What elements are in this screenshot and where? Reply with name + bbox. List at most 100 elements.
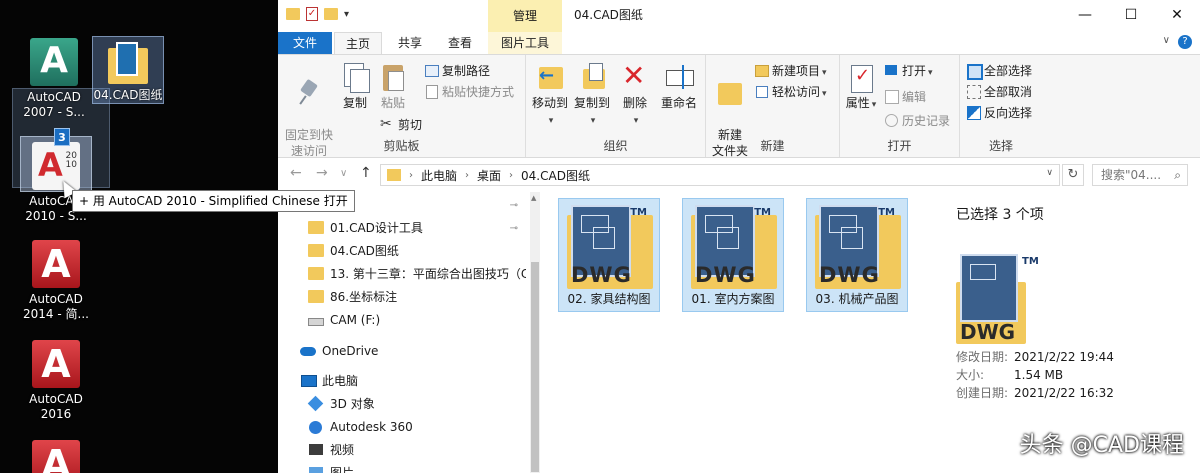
tab-file[interactable]: 文件 bbox=[278, 32, 332, 54]
folder-icon bbox=[387, 169, 401, 181]
minimize-button[interactable]: — bbox=[1062, 0, 1108, 30]
scrollbar-thumb[interactable] bbox=[531, 262, 539, 472]
address-bar[interactable]: › 此电脑 › 桌面 › 04.CAD图纸 ∨ bbox=[380, 164, 1060, 186]
select-none-button[interactable]: 全部取消 bbox=[966, 82, 1032, 102]
autocad-icon bbox=[32, 440, 80, 473]
group-label: 剪贴板 bbox=[383, 139, 420, 153]
navigation-pane: 图片 ⊸ 01.CAD设计工具 ⊸ 04.CAD图纸 13. 第十三章：平面综合… bbox=[278, 192, 540, 473]
nav-item-pictures-2[interactable]: 图片 bbox=[278, 462, 526, 473]
copy-to-icon bbox=[577, 61, 607, 93]
desktop-icon-label: 04.CAD图纸 bbox=[93, 88, 163, 102]
nav-scrollbar[interactable]: ▲ bbox=[530, 192, 540, 473]
new-item-button[interactable]: 新建项目 ▾ bbox=[754, 61, 827, 81]
new-folder-icon bbox=[715, 77, 745, 109]
desktop-icon-cad-folder[interactable]: 04.CAD图纸 bbox=[88, 42, 168, 103]
dwg-file-icon: TM DWG bbox=[567, 205, 653, 291]
nav-item-cad-drawings[interactable]: 04.CAD图纸 bbox=[278, 240, 526, 263]
paste-shortcut-button[interactable]: 粘贴快捷方式 bbox=[424, 82, 514, 102]
autocad-2014-icon bbox=[32, 240, 80, 288]
properties-icon bbox=[846, 61, 876, 93]
forward-button[interactable]: → bbox=[316, 165, 328, 181]
nav-item-chapter-13[interactable]: 13. 第十三章：平面综合出图技巧（CA bbox=[278, 263, 526, 286]
edit-button[interactable]: 编辑 bbox=[884, 87, 926, 107]
nav-item-onedrive[interactable]: OneDrive bbox=[278, 340, 526, 363]
customize-toolbar-chevron-icon[interactable]: ▾ bbox=[344, 9, 349, 20]
file-item[interactable]: TM DWG 02. 家具结构图 bbox=[558, 198, 660, 312]
help-icon[interactable]: ? bbox=[1178, 35, 1192, 49]
paste-button[interactable]: 粘贴 bbox=[376, 61, 410, 111]
desktop-icon-autocad-2014[interactable]: AutoCAD 2014 - 简... bbox=[16, 240, 96, 322]
copy-path-icon bbox=[424, 63, 439, 77]
cloud-icon bbox=[300, 344, 316, 357]
select-all-button[interactable]: 全部选择 bbox=[966, 61, 1032, 81]
tab-share[interactable]: 共享 bbox=[386, 32, 434, 54]
recent-locations-chevron-icon[interactable]: ∨ bbox=[340, 168, 347, 179]
tab-view[interactable]: 查看 bbox=[436, 32, 484, 54]
properties-button[interactable]: 属性▾ bbox=[844, 61, 878, 113]
search-icon: ⌕ bbox=[1174, 168, 1181, 182]
folder-icon[interactable] bbox=[286, 8, 300, 20]
nav-item-coordinate[interactable]: 86.坐标标注 bbox=[278, 286, 526, 309]
nav-item-videos[interactable]: 视频 bbox=[278, 439, 526, 462]
drive-icon bbox=[308, 318, 324, 326]
folder-icon bbox=[308, 290, 324, 303]
close-button[interactable]: ✕ bbox=[1154, 0, 1200, 30]
breadcrumb-desktop[interactable]: 桌面 bbox=[477, 167, 501, 184]
history-icon bbox=[884, 113, 898, 127]
refresh-button[interactable]: ↻ bbox=[1062, 164, 1084, 186]
open-button[interactable]: 打开 ▾ bbox=[884, 61, 933, 81]
search-placeholder: 搜索"04.... bbox=[1101, 168, 1162, 182]
nav-item-cam-drive[interactable]: CAM (F:) bbox=[278, 309, 526, 332]
group-organize: 移动到▾ 复制到▾ 删除▾ 重命名 组织 bbox=[526, 55, 706, 157]
scroll-up-icon[interactable]: ▲ bbox=[531, 194, 536, 202]
chevron-right-icon: › bbox=[509, 169, 514, 181]
desktop-icon-label: AutoCAD 2016 bbox=[29, 392, 83, 421]
file-item[interactable]: TM DWG 03. 机械产品图 bbox=[806, 198, 908, 312]
dwg-file-icon: TM DWG bbox=[691, 205, 777, 291]
delete-button[interactable]: 删除▾ bbox=[620, 59, 650, 129]
window-title: 04.CAD图纸 bbox=[574, 8, 643, 22]
tab-picture-tools[interactable]: 图片工具 bbox=[488, 32, 562, 54]
back-button[interactable]: ← bbox=[290, 165, 302, 181]
desktop-icon-autocad-2016[interactable]: AutoCAD 2016 bbox=[16, 340, 96, 422]
invert-selection-button[interactable]: 反向选择 bbox=[966, 103, 1032, 123]
copy-button[interactable]: 复制 bbox=[338, 61, 372, 111]
file-list: TM DWG 02. 家具结构图 TM DWG 01. 室内方案图 TM DWG… bbox=[540, 192, 936, 473]
up-button[interactable]: ↑ bbox=[360, 165, 372, 181]
select-all-icon bbox=[966, 63, 983, 80]
drag-tooltip: + 用 AutoCAD 2010 - Simplified Chinese 打开 bbox=[72, 190, 355, 212]
maximize-button[interactable]: ☐ bbox=[1108, 0, 1154, 30]
paste-icon bbox=[378, 61, 408, 93]
address-dropdown-chevron-icon[interactable]: ∨ bbox=[1046, 168, 1053, 178]
chevron-right-icon: › bbox=[465, 169, 470, 181]
copy-to-button[interactable]: 复制到▾ bbox=[572, 61, 612, 129]
properties-check-icon[interactable]: ✓ bbox=[306, 7, 318, 21]
collapse-ribbon-chevron-icon[interactable]: ∨ bbox=[1163, 35, 1170, 46]
copy-path-button[interactable]: 复制路径 bbox=[424, 61, 490, 81]
context-tab-manage[interactable]: 管理 bbox=[488, 0, 562, 32]
move-to-button[interactable]: 移动到▾ bbox=[530, 61, 570, 129]
search-input[interactable]: 搜索"04.... ⌕ bbox=[1092, 164, 1188, 186]
history-button[interactable]: 历史记录 bbox=[884, 111, 950, 131]
breadcrumb-cad-folder[interactable]: 04.CAD图纸 bbox=[521, 167, 590, 184]
pictures-icon bbox=[308, 466, 324, 473]
nav-item-this-pc[interactable]: 此电脑 bbox=[278, 370, 526, 393]
breadcrumb-this-pc[interactable]: 此电脑 bbox=[421, 167, 457, 184]
tab-home[interactable]: 主页 bbox=[334, 32, 382, 54]
cut-button[interactable]: 剪切 bbox=[380, 114, 422, 135]
desktop-icon-autocad-2007[interactable]: AutoCAD 2007 - S... bbox=[14, 38, 94, 120]
prop-modified: 修改日期: 2021/2/22 19:44 bbox=[956, 350, 1114, 364]
folder-icon bbox=[308, 244, 324, 257]
rename-button[interactable]: 重命名 bbox=[656, 61, 702, 111]
group-label: 新建 bbox=[760, 139, 785, 153]
nav-item-cad-tools[interactable]: 01.CAD设计工具 ⊸ bbox=[278, 217, 526, 240]
pin-icon: ⊸ bbox=[509, 223, 518, 234]
easy-access-button[interactable]: 轻松访问 ▾ bbox=[754, 82, 827, 102]
new-folder-icon[interactable] bbox=[324, 8, 338, 20]
title-bar: ✓ ▾ 管理 04.CAD图纸 — ☐ ✕ bbox=[278, 0, 1200, 32]
file-item[interactable]: TM DWG 01. 室内方案图 bbox=[682, 198, 784, 312]
desktop-icon-autocad-partial[interactable] bbox=[16, 440, 96, 473]
paste-shortcut-icon bbox=[424, 84, 438, 99]
nav-item-autodesk-360[interactable]: Autodesk 360 bbox=[278, 416, 526, 439]
nav-item-3d-objects[interactable]: 3D 对象 bbox=[278, 393, 526, 416]
